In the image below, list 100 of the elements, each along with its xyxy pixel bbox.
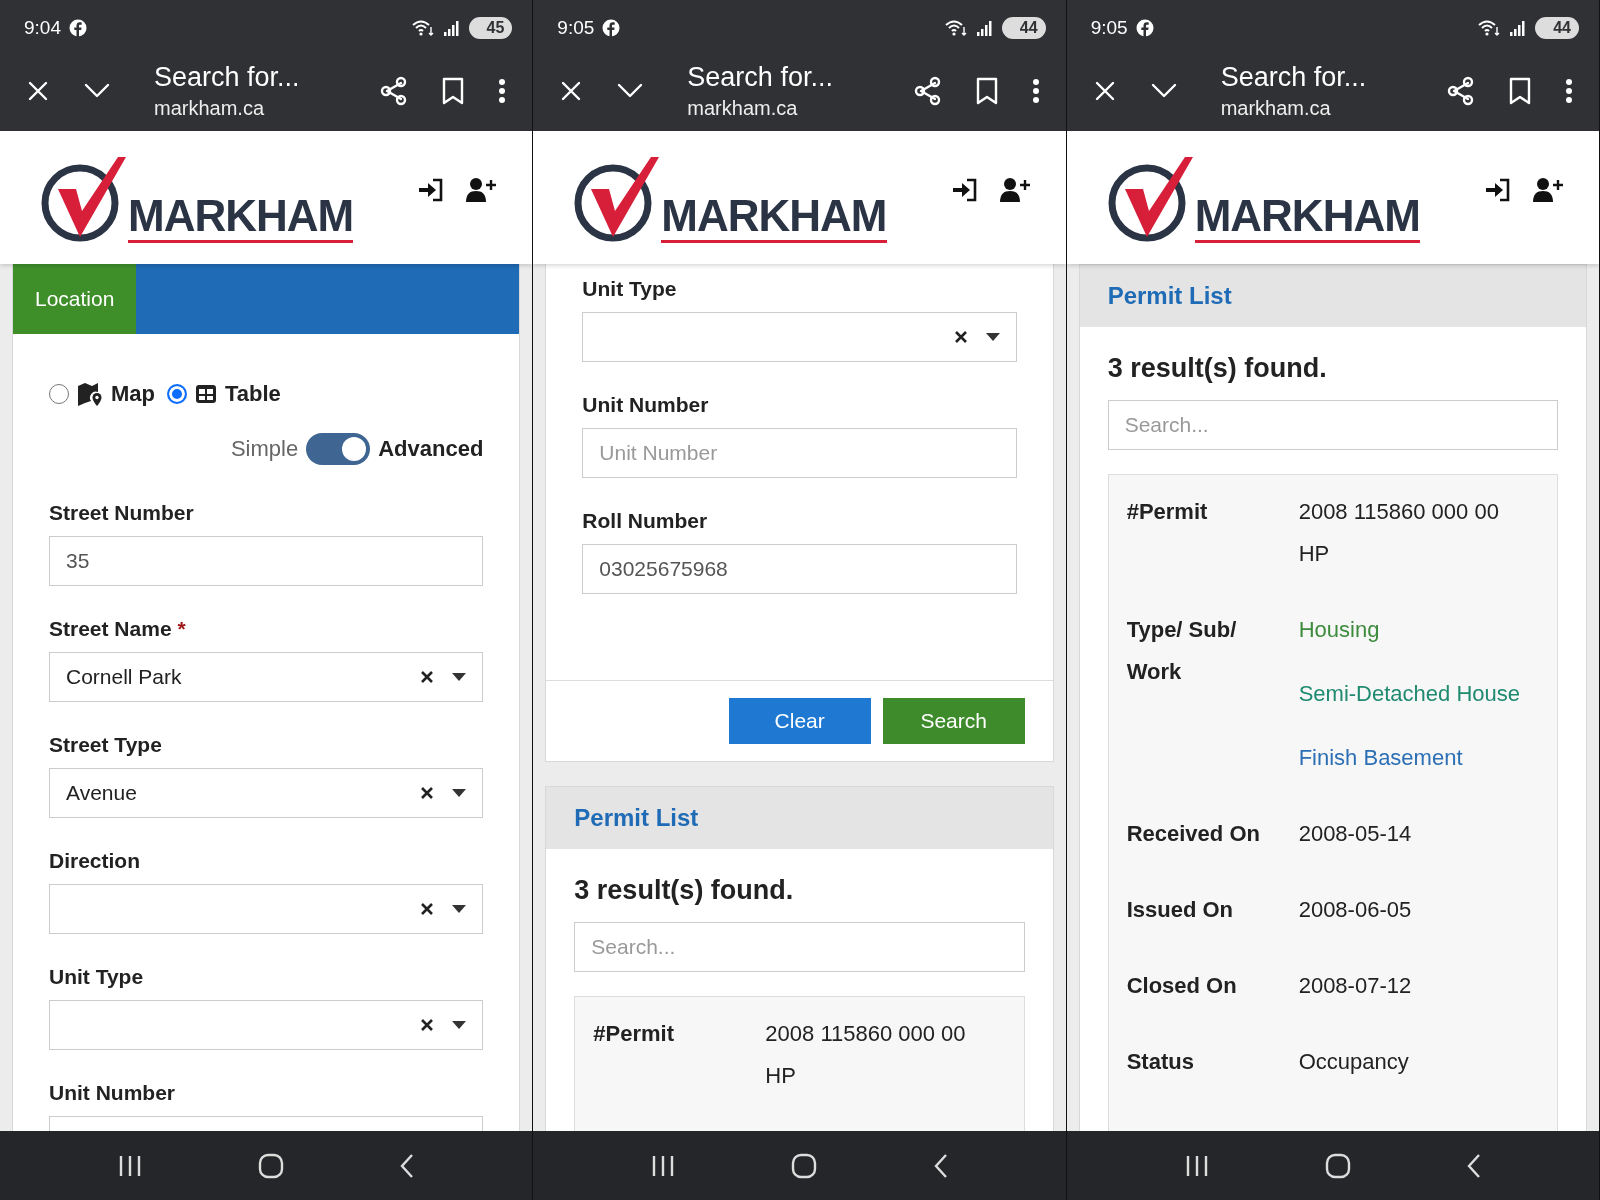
share-icon[interactable] (380, 75, 409, 106)
share-icon[interactable] (1447, 75, 1475, 106)
search-button[interactable]: Search (882, 698, 1025, 744)
back-icon[interactable] (933, 1152, 948, 1179)
radio-button[interactable] (49, 384, 69, 404)
select-field[interactable] (49, 884, 484, 934)
search-field[interactable]: Search... (574, 922, 1025, 972)
page-url: markham.ca (687, 95, 799, 121)
toggle-label: Advanced (378, 436, 484, 462)
bookmark-icon[interactable] (442, 76, 465, 105)
logo-text[interactable]: MARKHAM (661, 191, 887, 243)
toggle-switch[interactable] (306, 433, 371, 465)
page-url: markham.ca (1220, 95, 1332, 121)
clear-icon[interactable] (953, 330, 968, 344)
field-label: Unit Type (49, 965, 144, 988)
caret-icon[interactable] (985, 333, 1000, 341)
select-field[interactable] (49, 1000, 484, 1050)
field-label: Type/ Sub/ Work (1126, 616, 1238, 686)
recents-icon[interactable] (651, 1154, 676, 1177)
field-label: Direction (49, 849, 140, 872)
recents-icon[interactable] (118, 1154, 143, 1177)
wifi-icon (1477, 18, 1502, 38)
input-field[interactable]: Unit Number (582, 428, 1017, 478)
field-value: 2008-06-05 (1298, 896, 1413, 924)
battery-level: 44 (1535, 17, 1579, 39)
status-time: 9:05 (557, 17, 595, 39)
table-icon (195, 384, 217, 404)
home-icon[interactable] (791, 1152, 818, 1179)
radio-label[interactable]: Map (111, 381, 155, 407)
clear-icon[interactable] (420, 670, 435, 684)
bookmark-icon[interactable] (975, 76, 998, 105)
toggle-label: Simple (230, 436, 299, 462)
clear-button[interactable]: Clear (728, 698, 871, 744)
caret-icon[interactable] (452, 905, 467, 913)
facebook-icon (1135, 19, 1154, 37)
caret-icon[interactable] (452, 789, 467, 797)
field-label: Issued On (1126, 896, 1234, 924)
chevron-down-icon[interactable] (617, 82, 644, 99)
back-icon[interactable] (1466, 1152, 1481, 1179)
logo-text[interactable]: MARKHAM (128, 191, 354, 243)
home-icon[interactable] (258, 1152, 285, 1179)
select-field[interactable]: Avenue (49, 768, 484, 818)
field-label: Roll Number (582, 509, 708, 532)
caret-icon[interactable] (452, 1021, 467, 1029)
field-label: Received On (1126, 820, 1261, 848)
page-title: Search for... (154, 60, 301, 94)
search-field[interactable]: Search... (1107, 400, 1558, 450)
input-field[interactable]: 35 (49, 536, 484, 586)
field-label: Street Number (49, 501, 194, 524)
add-user-icon[interactable] (466, 176, 497, 203)
field-label: Street Name (49, 617, 172, 640)
card-heading: Permit List (1079, 264, 1586, 327)
field-label: #Permit (1126, 498, 1209, 526)
result-count: 3 result(s) found. (574, 875, 795, 906)
clear-icon[interactable] (420, 786, 435, 800)
signal-icon (975, 19, 994, 37)
field-value: 2008-07-12 (1298, 972, 1413, 1000)
page-url: markham.ca (154, 95, 266, 121)
clear-icon[interactable] (420, 902, 435, 916)
field-value: Finish Basement (1298, 744, 1464, 772)
recents-icon[interactable] (1184, 1154, 1209, 1177)
add-user-icon[interactable] (999, 176, 1030, 203)
facebook-icon (602, 19, 621, 37)
radio-button[interactable] (167, 384, 187, 404)
share-icon[interactable] (913, 75, 942, 106)
result-count: 3 result(s) found. (1107, 353, 1328, 384)
add-user-icon[interactable] (1533, 176, 1563, 203)
radio-label[interactable]: Table (225, 381, 281, 407)
field-label: Closed On (1126, 972, 1238, 1000)
status-time: 9:04 (24, 17, 61, 39)
page-title: Search for... (1220, 60, 1368, 94)
field-value: 2008-05-14 (1298, 820, 1413, 848)
battery-level: 44 (1001, 17, 1046, 39)
field-value: 2008 115860 000 00 HP (1298, 498, 1500, 568)
field-label: Street Type (49, 733, 162, 756)
field-value: 2008 115860 000 00 HP (765, 1020, 967, 1090)
sign-in-icon[interactable] (951, 177, 978, 202)
more-icon[interactable] (1031, 77, 1040, 104)
field-value: Semi-Detached House (1298, 680, 1521, 708)
more-icon[interactable] (1565, 77, 1573, 104)
select-field[interactable]: Cornell Park (49, 652, 484, 702)
battery-level: 45 (468, 17, 513, 39)
clear-icon[interactable] (420, 1018, 435, 1032)
home-icon[interactable] (1324, 1152, 1351, 1179)
page-title: Search for... (687, 60, 834, 94)
bookmark-icon[interactable] (1509, 76, 1531, 105)
chevron-down-icon[interactable] (1150, 82, 1177, 99)
tab[interactable]: Location (13, 264, 137, 334)
sign-in-icon[interactable] (1485, 177, 1511, 202)
signal-icon (1509, 19, 1528, 37)
select-field[interactable] (582, 312, 1017, 362)
sign-in-icon[interactable] (418, 177, 445, 202)
required-mark: * (177, 617, 186, 640)
back-icon[interactable] (400, 1152, 415, 1179)
input-field[interactable]: 03025675968 (582, 544, 1017, 594)
chevron-down-icon[interactable] (84, 82, 110, 99)
more-icon[interactable] (498, 77, 507, 104)
logo-text[interactable]: MARKHAM (1194, 191, 1420, 243)
caret-icon[interactable] (452, 673, 467, 681)
field-label: Status (1126, 1048, 1195, 1076)
